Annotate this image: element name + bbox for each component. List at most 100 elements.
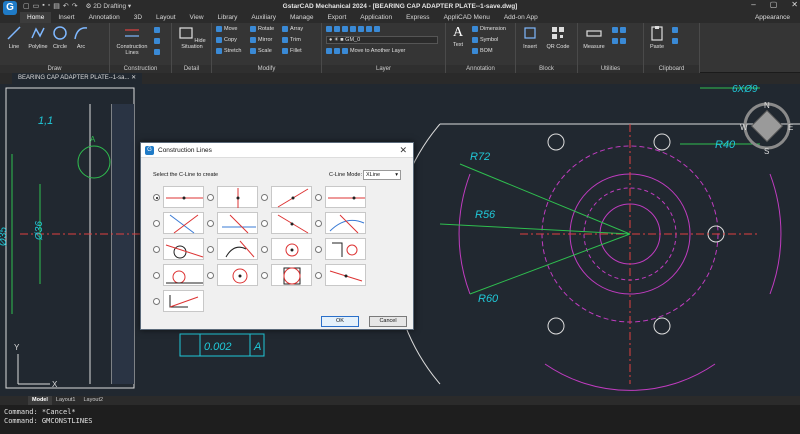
tab-auxiliary[interactable]: Auxiliary xyxy=(244,12,283,23)
new-icon[interactable]: ▢ xyxy=(23,2,30,10)
scale-button[interactable]: Scale xyxy=(250,47,272,55)
cline-option-radio[interactable] xyxy=(153,298,160,305)
mirror-button[interactable]: Mirror xyxy=(250,36,272,44)
tab-model[interactable]: Model xyxy=(28,396,52,405)
cline-mode-select[interactable]: XLine ▾ xyxy=(363,170,401,180)
construction-tool-3[interactable] xyxy=(154,48,160,56)
redo-icon[interactable]: ↷ xyxy=(72,2,78,10)
cline-option-radio[interactable] xyxy=(153,194,160,201)
cline-option-radio[interactable] xyxy=(261,220,268,227)
hide-situation-button[interactable]: Hide Situation xyxy=(174,25,210,50)
arc-button[interactable]: Arc xyxy=(72,25,90,50)
print-icon[interactable]: ▤ xyxy=(53,2,60,10)
undo-icon[interactable]: ↶ xyxy=(63,2,69,10)
move-button[interactable]: Move xyxy=(216,25,237,33)
cline-option[interactable] xyxy=(315,212,377,235)
tab-3d[interactable]: 3D xyxy=(127,12,149,23)
cline-option[interactable] xyxy=(315,238,377,261)
cline-option-preview[interactable] xyxy=(163,264,204,286)
open-icon[interactable]: ▭ xyxy=(33,2,40,10)
tab-add-on-app[interactable]: Add-on App xyxy=(497,12,545,23)
cline-option-radio[interactable] xyxy=(261,246,268,253)
copy-clip-button[interactable] xyxy=(672,37,678,45)
symbol-button[interactable]: Symbol xyxy=(472,36,498,44)
appearance-menu[interactable]: Appearance xyxy=(755,12,790,23)
cline-option-radio[interactable] xyxy=(261,272,268,279)
cline-option-radio[interactable] xyxy=(315,272,322,279)
cline-option-preview[interactable] xyxy=(217,212,258,234)
cline-option[interactable] xyxy=(207,264,269,287)
cline-option-preview[interactable] xyxy=(163,290,204,312)
dimension-button[interactable]: Dimension xyxy=(472,25,506,33)
construction-lines-button[interactable]: Construction Lines xyxy=(112,25,152,56)
cline-option-radio[interactable] xyxy=(207,194,214,201)
tab-annotation[interactable]: Annotation xyxy=(82,12,127,23)
construction-tool-1[interactable] xyxy=(154,26,160,34)
cline-option[interactable] xyxy=(207,238,269,261)
qr-code-button[interactable]: QR Code xyxy=(546,25,570,50)
tab-layout1[interactable]: Layout1 xyxy=(52,396,80,405)
saveas-icon[interactable]: ▫ xyxy=(48,2,50,10)
viewcube[interactable] xyxy=(750,109,784,143)
cline-option-preview[interactable] xyxy=(163,238,204,260)
tab-view[interactable]: View xyxy=(183,12,211,23)
tab-application[interactable]: Application xyxy=(353,12,399,23)
cline-option-preview[interactable] xyxy=(271,264,312,286)
tab-layout2[interactable]: Layout2 xyxy=(79,396,107,405)
utility-tool-2[interactable] xyxy=(612,37,626,45)
fillet-button[interactable]: Fillet xyxy=(282,47,302,55)
utility-tool-1[interactable] xyxy=(612,26,626,34)
cline-option[interactable] xyxy=(315,264,377,287)
document-tab[interactable]: BEARING CAP ADAPTER PLATE--1-sa... ✕ xyxy=(12,73,143,84)
tab-library[interactable]: Library xyxy=(211,12,245,23)
minimize-icon[interactable]: – xyxy=(751,0,755,9)
polyline-button[interactable]: Polyline xyxy=(26,25,50,50)
line-button[interactable]: Line xyxy=(4,25,24,50)
cline-option-preview[interactable] xyxy=(325,212,366,234)
cline-option-radio[interactable] xyxy=(207,246,214,253)
cancel-button[interactable]: Cancel xyxy=(369,316,407,327)
tab-manage[interactable]: Manage xyxy=(283,12,321,23)
layer-combo[interactable]: ● ☀ ■ GM_0 xyxy=(326,36,438,44)
bom-button[interactable]: BOM xyxy=(472,47,493,55)
cline-option-preview[interactable] xyxy=(325,264,366,286)
copy-button[interactable]: Copy xyxy=(216,36,237,44)
tab-layout[interactable]: Layout xyxy=(149,12,183,23)
save-icon[interactable]: ▪ xyxy=(42,2,44,10)
circle-button[interactable]: Circle xyxy=(50,25,70,50)
cline-option-radio[interactable] xyxy=(261,194,268,201)
cline-option[interactable] xyxy=(261,264,323,287)
cline-option[interactable] xyxy=(261,238,323,261)
dialog-close-icon[interactable]: ✕ xyxy=(399,145,407,156)
cline-option-radio[interactable] xyxy=(207,272,214,279)
tab-home[interactable]: Home xyxy=(20,12,52,23)
cline-option[interactable] xyxy=(153,264,215,287)
tab-insert[interactable]: Insert xyxy=(51,12,81,23)
paste-button[interactable]: Paste xyxy=(646,25,668,50)
cline-option-radio[interactable] xyxy=(153,272,160,279)
maximize-icon[interactable]: ▢ xyxy=(770,0,778,9)
move-to-another-layer-button[interactable]: Move to Another Layer xyxy=(326,47,405,55)
cline-option-radio[interactable] xyxy=(207,220,214,227)
cline-option[interactable] xyxy=(207,212,269,235)
cline-option-radio[interactable] xyxy=(153,246,160,253)
ok-button[interactable]: OK xyxy=(321,316,359,327)
cline-option-preview[interactable] xyxy=(217,186,258,208)
cline-option[interactable] xyxy=(261,212,323,235)
cline-option-preview[interactable] xyxy=(163,212,204,234)
cline-option-preview[interactable] xyxy=(271,212,312,234)
app-logo[interactable]: G xyxy=(3,1,17,15)
cline-option[interactable] xyxy=(207,186,269,209)
close-icon[interactable]: ✕ xyxy=(791,0,798,9)
cline-option[interactable] xyxy=(153,212,215,235)
cline-option[interactable] xyxy=(153,290,215,313)
stretch-button[interactable]: Stretch xyxy=(216,47,241,55)
construction-tool-2[interactable] xyxy=(154,37,160,45)
cline-option-radio[interactable] xyxy=(153,220,160,227)
cline-option-radio[interactable] xyxy=(315,194,322,201)
tab-express[interactable]: Express xyxy=(399,12,436,23)
cline-option-preview[interactable] xyxy=(325,238,366,260)
cline-option-radio[interactable] xyxy=(315,220,322,227)
cline-option[interactable] xyxy=(315,186,377,209)
cut-button[interactable] xyxy=(672,26,678,34)
